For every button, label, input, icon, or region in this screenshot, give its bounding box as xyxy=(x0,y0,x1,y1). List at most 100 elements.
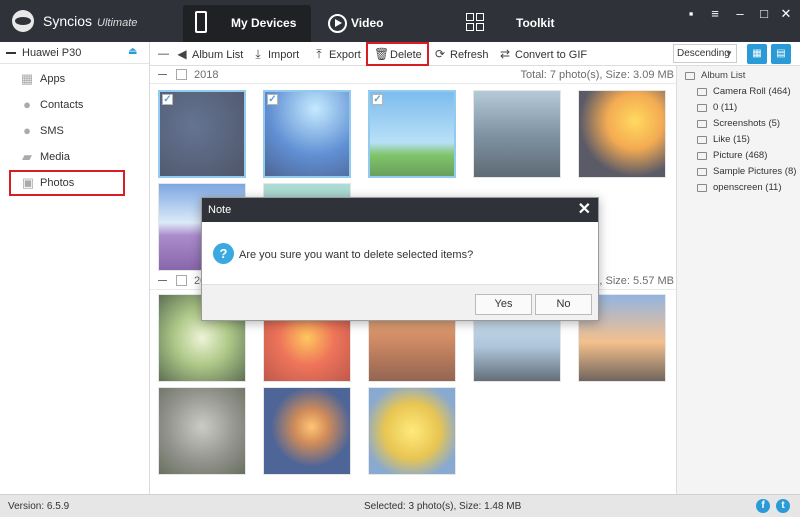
facebook-icon[interactable]: f xyxy=(756,499,770,513)
album-icon xyxy=(697,136,707,144)
app-name: Syncios xyxy=(43,13,93,29)
sidebar-item-photos[interactable]: ▣ Photos xyxy=(9,170,125,196)
dialog-title: Note xyxy=(208,204,232,216)
sidebar: Huawei P30 ⏏ ▦ Apps ● Contacts ● SMS ▰ M… xyxy=(0,42,150,494)
album-icon xyxy=(697,104,707,112)
album-item-label: openscreen (11) xyxy=(713,182,782,193)
album-item[interactable]: Screenshots (5) xyxy=(677,116,800,132)
chevron-down-icon: ▼ xyxy=(725,49,733,58)
twitter-icon[interactable]: t xyxy=(776,499,790,513)
play-icon xyxy=(328,14,347,33)
sidebar-item-sms[interactable]: ● SMS xyxy=(0,118,149,144)
sidebar-item-label: Photos xyxy=(40,177,75,189)
refresh-button[interactable]: ⟳ Refresh xyxy=(434,46,489,62)
export-icon: ⤒ xyxy=(316,47,322,61)
album-list-pane: Album List Camera Roll (464) 0 (11) Scre… xyxy=(676,66,800,494)
sidebar-item-label: Apps xyxy=(40,73,66,85)
back-arrow-icon: ◀ xyxy=(177,47,187,61)
photos-icon: ▣ xyxy=(21,175,35,190)
dialog-close-icon[interactable]: ✕ xyxy=(578,198,591,222)
collapse-icon[interactable] xyxy=(6,52,16,54)
tab-video-downloader[interactable]: Video Downloader xyxy=(325,5,455,67)
version-text: Version: 6.5.9 xyxy=(8,501,70,512)
album-icon xyxy=(697,88,707,96)
album-icon xyxy=(697,152,707,160)
selection-status: Selected: 3 photo(s), Size: 1.48 MB xyxy=(364,501,522,512)
app-brand: Syncios Ultimate xyxy=(43,13,137,29)
album-item-label: Screenshots (5) xyxy=(713,118,781,129)
album-item[interactable]: Picture (468) xyxy=(677,148,800,164)
album-icon xyxy=(697,184,707,192)
tab-my-devices[interactable]: My Devices xyxy=(183,5,311,42)
sort-dropdown[interactable]: Descending ▼ xyxy=(673,44,737,63)
device-header[interactable]: Huawei P30 ⏏ xyxy=(0,42,149,64)
album-item[interactable]: 0 (11) xyxy=(677,100,800,116)
close-icon[interactable]: ✕ xyxy=(778,6,794,22)
question-icon: ? xyxy=(213,243,234,264)
album-item-label: Camera Roll (464) xyxy=(713,86,791,97)
dialog-message: Are you sure you want to delete selected… xyxy=(239,249,474,261)
tab-toolkit[interactable]: Toolkit xyxy=(466,5,566,42)
eject-icon[interactable]: ⏏ xyxy=(128,46,137,57)
album-item-label: Sample Pictures (8) xyxy=(713,166,797,177)
album-list-header-label: Album List xyxy=(701,70,746,81)
convert-label: Convert to GIF xyxy=(515,49,588,61)
calendar-view-icon[interactable]: ▦ xyxy=(747,44,767,64)
sidebar-item-label: SMS xyxy=(40,125,64,137)
tab-my-devices-label: My Devices xyxy=(231,16,297,30)
album-item-label: Picture (468) xyxy=(713,150,768,161)
album-item[interactable]: openscreen (11) xyxy=(677,180,800,196)
device-name: Huawei P30 xyxy=(22,47,82,59)
title-bar: Syncios Ultimate My Devices Video Downloa… xyxy=(0,0,800,67)
import-label: Import xyxy=(268,49,300,61)
convert-gif-button[interactable]: ⇄ Convert to GIF xyxy=(499,46,587,62)
convert-icon: ⇄ xyxy=(499,47,511,61)
album-item[interactable]: Like (15) xyxy=(677,132,800,148)
sidebar-item-apps[interactable]: ▦ Apps xyxy=(0,66,149,92)
import-icon: ⤓ xyxy=(255,47,261,61)
toolkit-icon xyxy=(466,13,485,33)
refresh-icon: ⟳ xyxy=(434,47,446,61)
album-item-label: 0 (11) xyxy=(713,102,738,113)
album-item-label: Like (15) xyxy=(713,134,750,145)
no-button[interactable]: No xyxy=(535,294,592,315)
delete-label: Delete xyxy=(390,49,422,61)
export-label: Export xyxy=(329,49,361,61)
maximize-icon[interactable]: □ xyxy=(756,6,772,21)
album-list-button[interactable]: ◀ Album List xyxy=(176,46,243,62)
trash-icon: 🗑 xyxy=(374,47,390,61)
status-bar: Version: 6.5.9 Selected: 3 photo(s), Siz… xyxy=(0,494,800,517)
media-icon: ▰ xyxy=(22,149,32,164)
sidebar-item-media[interactable]: ▰ Media xyxy=(0,144,149,170)
dialog-footer: Yes No xyxy=(202,284,598,320)
menu-icon[interactable]: ≡ xyxy=(707,6,723,21)
toolbar: — ◀ Album List ⤓ Import ⤒ Export 🗑Delete ⟳ R… xyxy=(150,42,800,66)
clipboard-view-icon[interactable]: ▤ xyxy=(771,44,791,64)
sort-value: Descending xyxy=(677,48,730,59)
dialog-header: Note ✕ xyxy=(202,198,598,222)
import-button[interactable]: ⤓ Import xyxy=(252,46,299,62)
minimize-icon[interactable]: – xyxy=(732,6,748,21)
refresh-label: Refresh xyxy=(450,49,489,61)
sidebar-item-contacts[interactable]: ● Contacts xyxy=(0,92,149,118)
apps-icon: ▦ xyxy=(20,71,34,86)
yes-button[interactable]: Yes xyxy=(475,294,532,315)
album-list-header[interactable]: Album List xyxy=(677,68,800,84)
message-icon[interactable]: ▪ xyxy=(683,6,699,21)
album-item[interactable]: Camera Roll (464) xyxy=(677,84,800,100)
syncios-logo-icon xyxy=(12,10,34,32)
tab-toolkit-label: Toolkit xyxy=(516,16,555,30)
sms-icon: ● xyxy=(23,123,31,138)
phone-icon xyxy=(195,11,207,33)
app-edition: Ultimate xyxy=(97,17,138,29)
sidebar-item-label: Media xyxy=(40,151,70,163)
album-item[interactable]: Sample Pictures (8) xyxy=(677,164,800,180)
album-icon xyxy=(697,120,707,128)
export-button[interactable]: ⤒ Export xyxy=(313,46,361,62)
confirm-dialog: Note ✕ ? Are you sure you want to delete… xyxy=(201,197,599,321)
sidebar-item-label: Contacts xyxy=(40,99,84,111)
contacts-icon: ● xyxy=(23,97,31,112)
album-list-icon xyxy=(685,72,695,80)
collapse-dash-icon[interactable]: — xyxy=(158,46,169,62)
delete-button[interactable]: 🗑Delete xyxy=(366,42,429,66)
